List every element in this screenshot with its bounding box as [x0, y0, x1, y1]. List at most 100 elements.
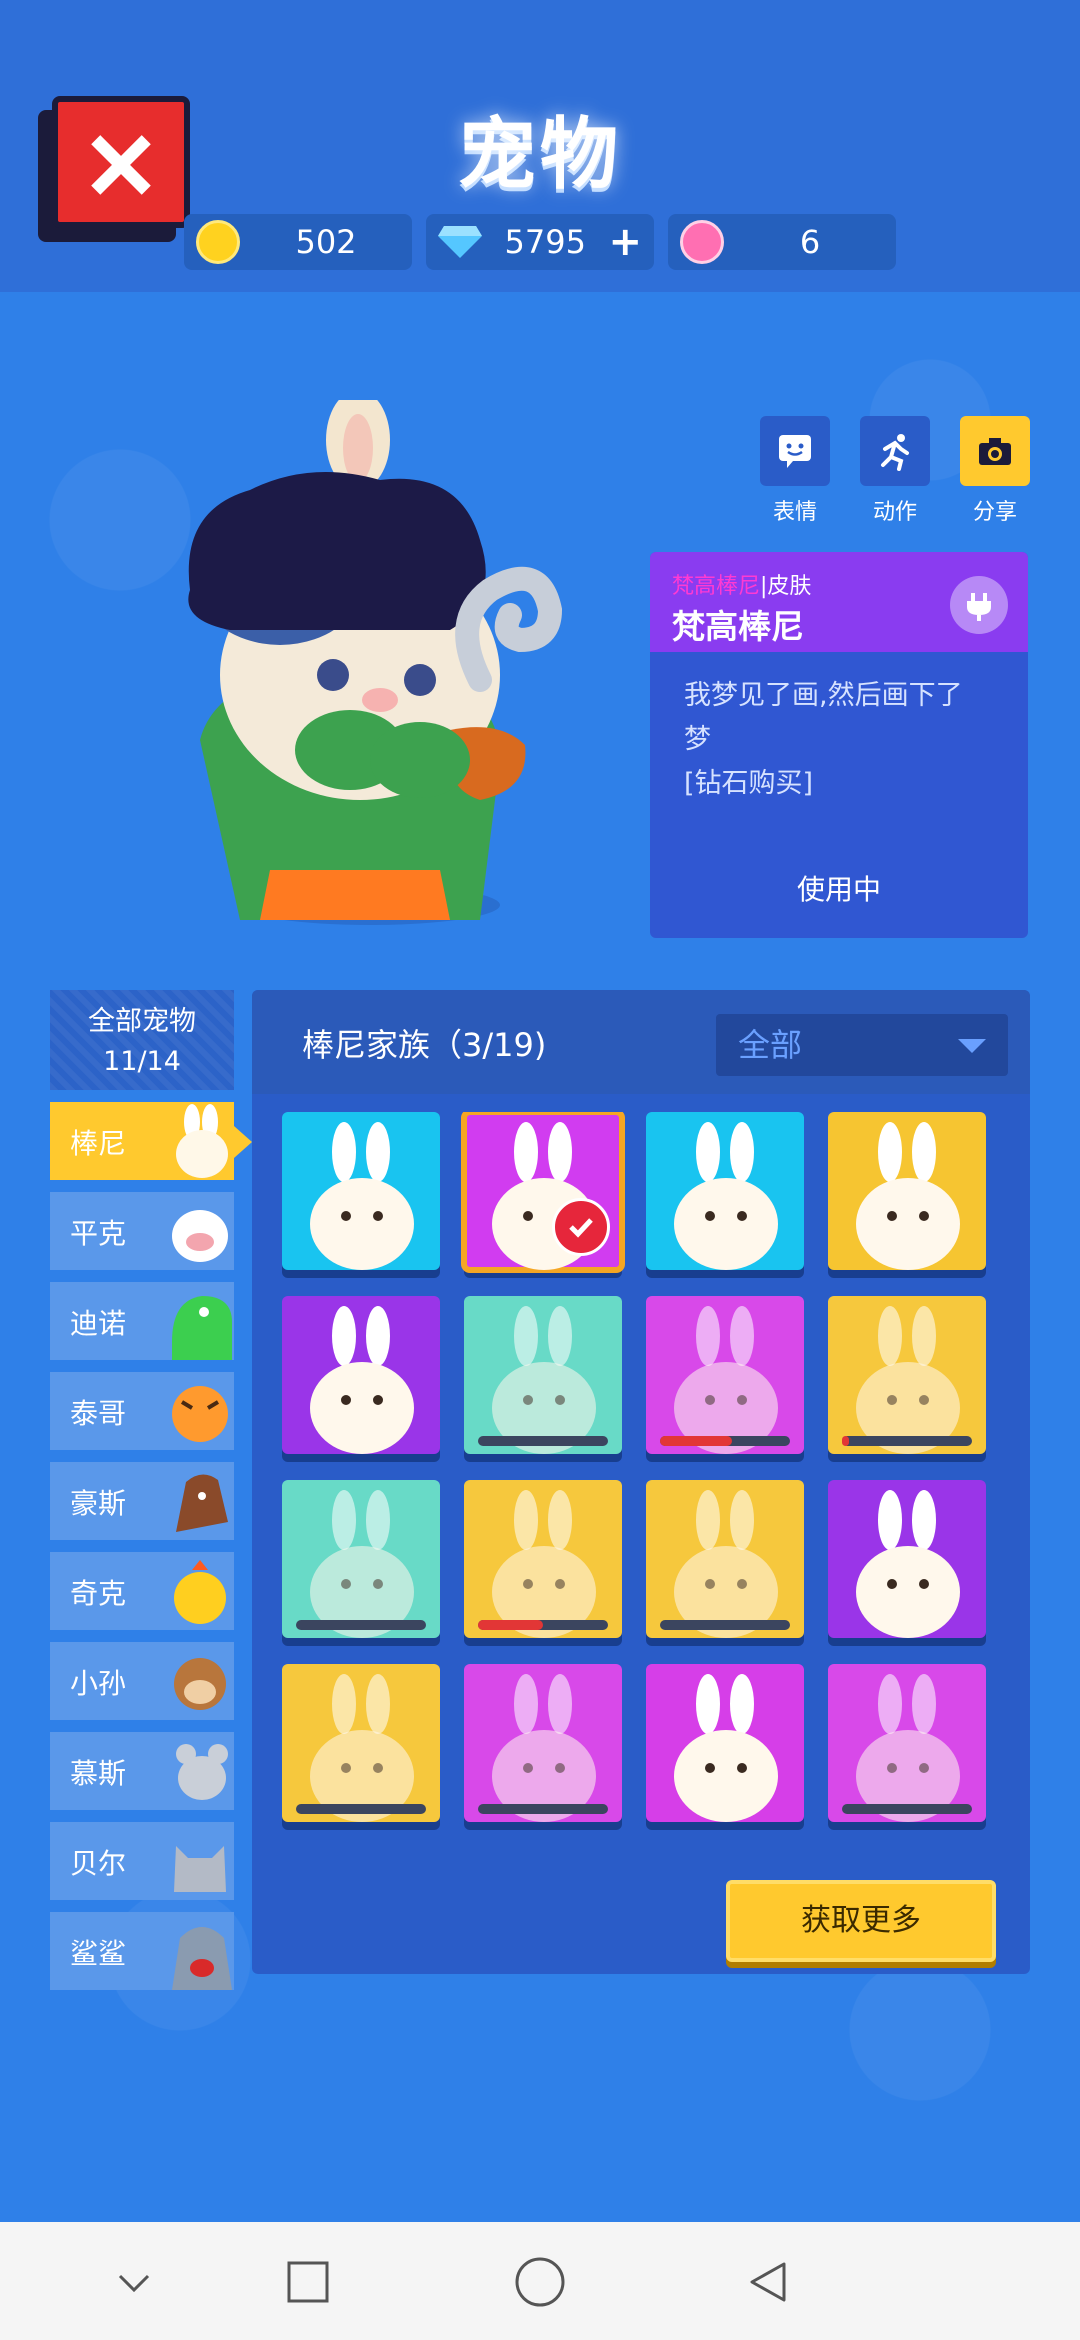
unlock-progress-bar — [660, 1436, 790, 1446]
bunny-icon — [674, 1674, 778, 1822]
lotus-icon — [680, 220, 724, 264]
cat-icon — [174, 1846, 226, 1892]
skin-desc-line: 梦 — [684, 724, 711, 755]
back-triangle-icon — [750, 2262, 786, 2302]
shark-icon — [172, 1927, 232, 1990]
skin-card[interactable] — [282, 1480, 440, 1638]
unlock-progress-bar — [842, 1804, 972, 1814]
skin-card[interactable] — [828, 1296, 986, 1454]
all-pets-header[interactable]: 全部宠物 11/14 — [50, 990, 234, 1090]
recent-apps-button[interactable] — [278, 2252, 338, 2312]
unlock-progress-bar — [296, 1804, 426, 1814]
all-pets-count: 11/14 — [103, 1046, 181, 1077]
bunny-icon — [310, 1306, 414, 1454]
skin-card[interactable] — [464, 1664, 622, 1822]
bunny-icon — [310, 1674, 414, 1822]
horse-icon — [176, 1474, 228, 1532]
sidebar-item-label: 棒尼 — [70, 1127, 127, 1160]
bunny-icon — [310, 1490, 414, 1638]
bunny-icon — [492, 1674, 596, 1822]
skin-card[interactable] — [282, 1112, 440, 1270]
unlock-progress-bar — [842, 1436, 972, 1446]
all-pets-label: 全部宠物 — [88, 1006, 196, 1037]
sidebar-item-tiger[interactable]: 泰哥 — [50, 1372, 234, 1450]
skin-card[interactable] — [464, 1480, 622, 1638]
diamond-value: 5795 — [504, 223, 586, 261]
page-title: 宠物 — [457, 110, 622, 200]
share-button[interactable] — [960, 416, 1030, 486]
emote-label: 表情 — [772, 500, 817, 525]
bunny-icon — [674, 1122, 778, 1270]
running-icon — [881, 434, 909, 471]
chick-icon — [174, 1560, 226, 1624]
bunny-icon — [856, 1306, 960, 1454]
skin-in-use-status[interactable]: 使用中 — [650, 868, 1028, 908]
skin-header: 梵高棒尼|皮肤 梵高棒尼 — [650, 552, 1028, 652]
back-button[interactable] — [738, 2252, 798, 2312]
action-button[interactable] — [860, 416, 930, 486]
skin-desc-line: 我梦见了画,然后画下了 — [684, 680, 963, 711]
diamond-counter: 5795 + — [426, 214, 654, 270]
checkmark-icon — [552, 1198, 610, 1256]
skin-description: 我梦见了画,然后画下了 梦 [钻石购买] — [650, 652, 1028, 806]
skin-tag: 梵高棒尼|皮肤 — [672, 568, 811, 600]
emote-button[interactable] — [760, 416, 830, 486]
emote-icon — [779, 435, 811, 468]
coin-icon — [196, 220, 240, 264]
share-label: 分享 — [972, 500, 1017, 525]
skin-card[interactable] — [646, 1296, 804, 1454]
sidebar-item-chick[interactable]: 奇克 — [50, 1552, 234, 1630]
skin-rarity: 梵高棒尼 — [672, 574, 761, 599]
monkey-icon — [174, 1658, 226, 1710]
skin-detail-card: 梵高棒尼|皮肤 梵高棒尼 我梦见了画,然后画下了 梦 [钻石购买] 使用中 — [650, 552, 1028, 938]
get-more-button[interactable]: 获取更多 — [726, 1880, 996, 1962]
diamond-icon — [438, 226, 482, 258]
bunny-icon — [310, 1122, 414, 1270]
bunny-icon — [856, 1674, 960, 1822]
sidebar-item-label: 平克 — [70, 1217, 127, 1250]
skin-card[interactable] — [828, 1664, 986, 1822]
skin-card[interactable] — [646, 1112, 804, 1270]
skin-card[interactable] — [646, 1480, 804, 1638]
plug-icon — [950, 576, 1008, 634]
sidebar-item-pig[interactable]: 平克 — [50, 1192, 234, 1270]
sidebar-item-label: 豪斯 — [70, 1487, 127, 1520]
system-navigation-bar — [0, 2222, 1080, 2340]
pet-family-panel: 棒尼家族（3/19) 全部 获取更多 — [252, 990, 1030, 1974]
skin-card[interactable] — [461, 1112, 625, 1273]
bunny-icon — [492, 1306, 596, 1454]
sidebar-item-label: 鲨鲨 — [70, 1937, 127, 1970]
sidebar-item-bunny[interactable]: 棒尼 — [50, 1102, 252, 1180]
circle-icon — [515, 2257, 565, 2307]
unlock-progress-bar — [478, 1436, 608, 1446]
hide-keyboard-button[interactable] — [104, 2252, 164, 2312]
sidebar-item-shark[interactable]: 鲨鲨 — [50, 1912, 234, 1990]
sidebar-item-cat[interactable]: 贝尔 — [50, 1822, 234, 1900]
sidebar-item-monkey[interactable]: 小孙 — [50, 1642, 234, 1720]
camera-icon — [979, 438, 1011, 465]
bunny-icon — [856, 1490, 960, 1638]
sidebar-item-label: 慕斯 — [70, 1757, 127, 1790]
skin-card[interactable] — [282, 1296, 440, 1454]
sidebar-item-horse[interactable]: 豪斯 — [50, 1462, 234, 1540]
skin-card[interactable] — [646, 1664, 804, 1822]
add-diamond-button[interactable]: + — [608, 219, 642, 265]
filter-dropdown[interactable]: 全部 — [716, 1014, 1008, 1076]
family-title: 棒尼家族（3/19) — [302, 1026, 547, 1064]
skin-card[interactable] — [828, 1112, 986, 1270]
skin-card[interactable] — [828, 1480, 986, 1638]
mouse-icon — [176, 1744, 228, 1800]
square-icon — [287, 2261, 329, 2303]
sidebar-item-mouse[interactable]: 慕斯 — [50, 1732, 234, 1810]
skin-purchase-note: [钻石购买] — [684, 768, 814, 799]
bunny-icon — [176, 1104, 228, 1178]
dinosaur-icon — [172, 1296, 232, 1360]
sidebar-item-dino[interactable]: 迪诺 — [50, 1282, 234, 1360]
skin-card[interactable] — [464, 1296, 622, 1454]
bunny-icon — [856, 1122, 960, 1270]
skin-card[interactable] — [282, 1664, 440, 1822]
home-button[interactable] — [510, 2252, 570, 2312]
unlock-progress-bar — [296, 1620, 426, 1630]
unlock-progress-bar — [660, 1620, 790, 1630]
lotus-value: 6 — [799, 223, 821, 261]
